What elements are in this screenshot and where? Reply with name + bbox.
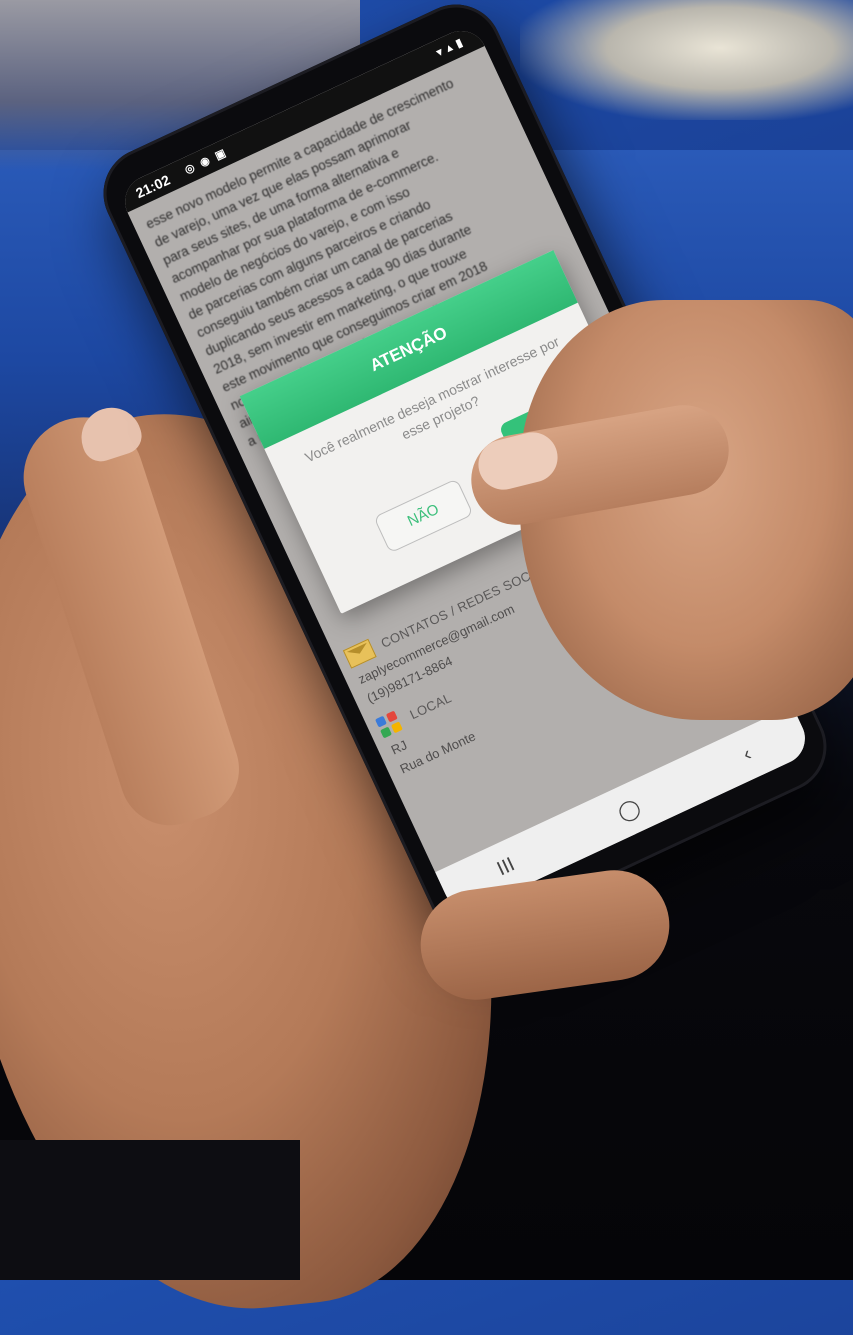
recents-icon[interactable]: III (494, 853, 519, 881)
background-light (520, 0, 853, 120)
sleeve (0, 1140, 300, 1280)
signal-battery-icon: ▾ ▴ ▮ (434, 36, 466, 60)
back-icon[interactable]: ‹ (739, 743, 755, 767)
home-icon[interactable]: ◯ (613, 794, 644, 826)
no-button[interactable]: NÃO (373, 478, 474, 554)
